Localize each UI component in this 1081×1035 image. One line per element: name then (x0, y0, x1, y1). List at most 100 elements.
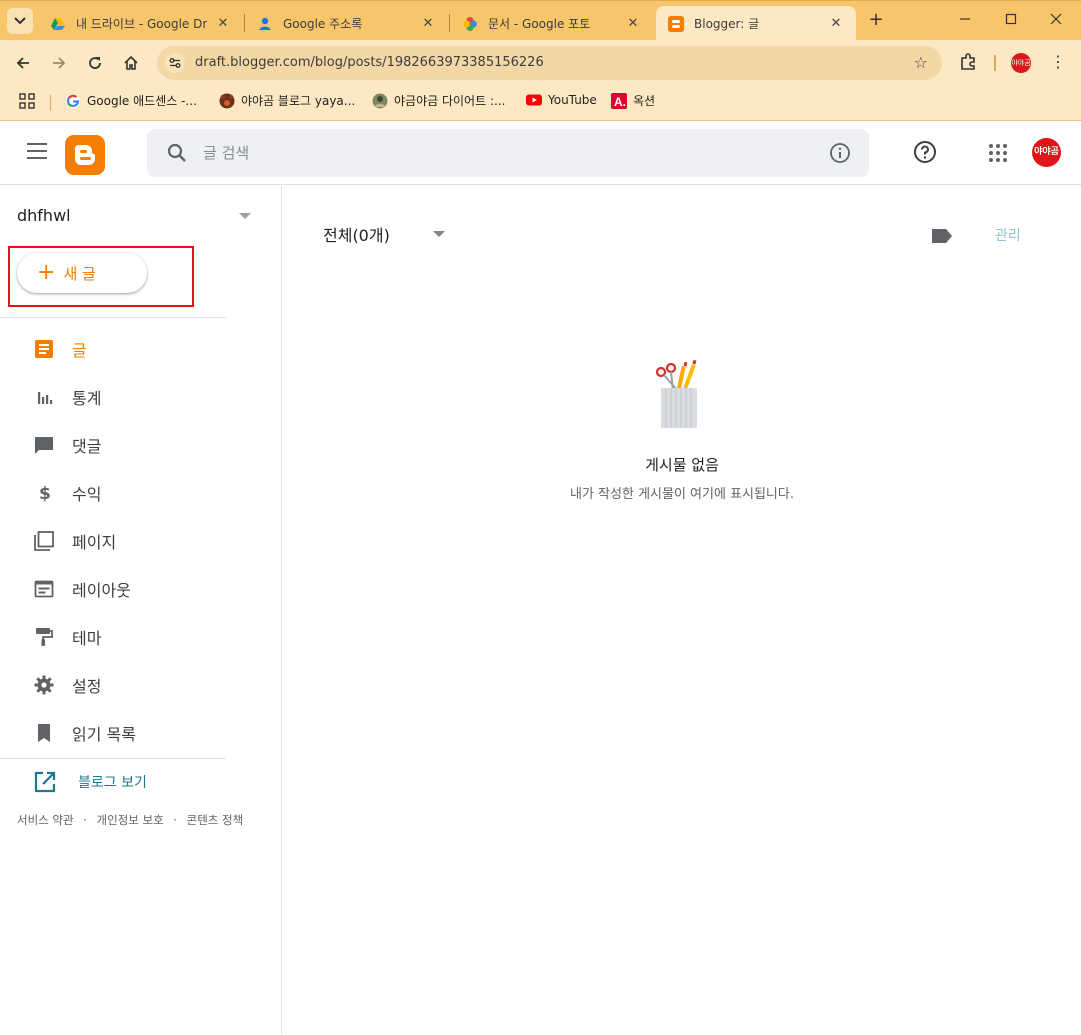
sidebar-item-layout[interactable]: 레이아웃 (0, 565, 282, 613)
home-button[interactable] (118, 50, 144, 76)
sidebar-item-label: 설정 (72, 677, 102, 696)
minimize-icon (960, 18, 970, 20)
view-blog-link[interactable]: 블로그 보기 (0, 766, 282, 798)
blogger-logo[interactable] (65, 135, 105, 175)
sidebar-item-comments[interactable]: 댓글 (0, 421, 282, 469)
google-g-icon (66, 93, 80, 108)
extensions-icon[interactable] (958, 52, 978, 72)
main-content: 전체(0개) 관리 게시물 없음 내가 작성한 게시물이 여기에 표시됩니다. (283, 186, 1081, 1035)
new-post-button[interactable]: + 새 글 (17, 253, 147, 293)
close-window-button[interactable] (1036, 7, 1076, 35)
tab-title: 내 드라이브 - Google Dr (76, 17, 207, 31)
pages-icon (34, 531, 54, 551)
bookmark-label: YouTube (548, 93, 597, 107)
bookmark-item[interactable]: Google 애드센스 -... (65, 92, 197, 109)
sidebar-item-label: 댓글 (72, 437, 102, 456)
browser-tab-drive[interactable]: 내 드라이브 - Google Dr ✕ (38, 6, 243, 41)
plus-icon: + (37, 260, 56, 285)
arrow-left-icon (16, 57, 29, 69)
label-icon[interactable] (931, 228, 953, 244)
search-bar (147, 129, 869, 177)
maximize-icon (1005, 13, 1017, 25)
sidebar-item-pages[interactable]: 페이지 (0, 517, 282, 565)
maximize-button[interactable] (991, 7, 1031, 35)
bookmark-item[interactable]: 야금야금 다이어트 :... (372, 92, 505, 109)
browser-tab-blogger[interactable]: Blogger: 글 ✕ (656, 6, 856, 41)
bookmarks-divider (50, 95, 51, 111)
profile-avatar[interactable]: 야야곰 (1011, 53, 1031, 73)
bookmark-item[interactable]: YouTube (526, 92, 597, 108)
tab-title: Blogger: 글 (694, 17, 760, 31)
new-tab-button[interactable]: + (865, 9, 887, 31)
empty-state-subtitle: 내가 작성한 게시물이 여기에 표시됩니다. (570, 487, 794, 502)
comments-icon (35, 437, 53, 454)
site-settings-icon (165, 53, 185, 73)
account-avatar[interactable]: 야야곰 (1032, 138, 1061, 167)
bookmark-star-icon[interactable]: ☆ (914, 53, 928, 72)
sidebar-item-posts[interactable]: 글 (0, 325, 282, 373)
url-text[interactable]: draft.blogger.com/blog/posts/19826639733… (195, 55, 544, 70)
avatar-icon (372, 93, 388, 108)
open-in-new-icon (34, 771, 56, 793)
close-icon[interactable]: ✕ (625, 16, 641, 31)
tab-title: Google 주소록 (283, 17, 363, 31)
sidebar-item-label: 읽기 목록 (72, 725, 136, 744)
posts-icon (35, 340, 53, 358)
google-apps-icon[interactable] (988, 143, 1008, 163)
sidebar-divider (0, 317, 226, 318)
sidebar-item-earnings[interactable]: $ 수익 (0, 469, 282, 517)
terms-link[interactable]: 서비스 약관 (17, 813, 74, 827)
tab-title: 문서 - Google 포토 (488, 17, 591, 31)
sidebar-item-settings[interactable]: 설정 (0, 661, 282, 709)
apps-grid-icon[interactable] (19, 93, 35, 109)
bookmark-item[interactable]: 야야곰 블로그 yaya... (219, 92, 355, 109)
google-drive-icon (51, 17, 65, 30)
caret-down-icon[interactable] (433, 231, 445, 237)
sidebar-item-theme[interactable]: 테마 (0, 613, 282, 661)
post-filter-dropdown[interactable]: 전체(0개) (323, 222, 390, 246)
close-icon[interactable]: ✕ (420, 16, 436, 31)
bookmark-label: 야금야금 다이어트 :... (394, 94, 506, 108)
browser-toolbar: draft.blogger.com/blog/posts/19826639733… (0, 40, 1081, 85)
blogger-icon (668, 15, 684, 32)
sidebar-item-stats[interactable]: 통계 (0, 373, 282, 421)
content-policy-link[interactable]: 콘텐츠 정책 (187, 813, 244, 827)
browser-tab-contacts[interactable]: Google 주소록 ✕ (245, 6, 448, 41)
close-icon[interactable]: ✕ (828, 16, 844, 31)
forward-button[interactable] (46, 50, 72, 76)
caret-down-icon[interactable] (239, 213, 251, 219)
bear-avatar-icon (219, 93, 235, 108)
view-blog-label: 블로그 보기 (78, 775, 147, 791)
info-icon[interactable] (829, 142, 851, 164)
app-header: 야야곰 (0, 121, 1081, 185)
bookmark-item[interactable]: A. 옥션 (611, 92, 655, 109)
chevron-down-icon (14, 17, 26, 25)
google-contacts-icon (259, 17, 271, 30)
back-button[interactable] (10, 50, 36, 76)
sidebar-divider (0, 758, 226, 759)
bookmark-label: Google 애드센스 -... (87, 94, 197, 108)
empty-pencil-cup-icon (655, 360, 697, 428)
footer-links: 서비스 약관 · 개인정보 보호 · 콘텐츠 정책 (17, 812, 243, 828)
menu-icon[interactable] (27, 143, 47, 159)
help-icon[interactable] (913, 140, 937, 164)
auction-icon: A. (611, 92, 627, 109)
dollar-icon: $ (39, 484, 51, 503)
tab-search-button[interactable] (7, 8, 33, 34)
search-icon[interactable] (165, 141, 189, 165)
browser-tab-photos[interactable]: 문서 - Google 포토 ✕ (450, 6, 653, 41)
address-bar[interactable]: draft.blogger.com/blog/posts/19826639733… (157, 46, 942, 80)
close-icon (1050, 13, 1062, 25)
blog-name[interactable]: dhfhwl (17, 206, 71, 225)
more-vert-icon[interactable]: ⋮ (1050, 52, 1066, 71)
search-input[interactable] (203, 141, 803, 165)
bookmark-label: 옥션 (633, 94, 656, 108)
sidebar-item-reading-list[interactable]: 읽기 목록 (0, 709, 282, 757)
reload-button[interactable] (82, 50, 108, 76)
manage-button[interactable]: 관리 (995, 225, 1021, 245)
privacy-link[interactable]: 개인정보 보호 (97, 813, 164, 827)
youtube-icon (526, 94, 542, 106)
close-icon[interactable]: ✕ (215, 16, 231, 31)
paint-roller-icon (36, 628, 53, 646)
minimize-button[interactable] (945, 7, 985, 35)
